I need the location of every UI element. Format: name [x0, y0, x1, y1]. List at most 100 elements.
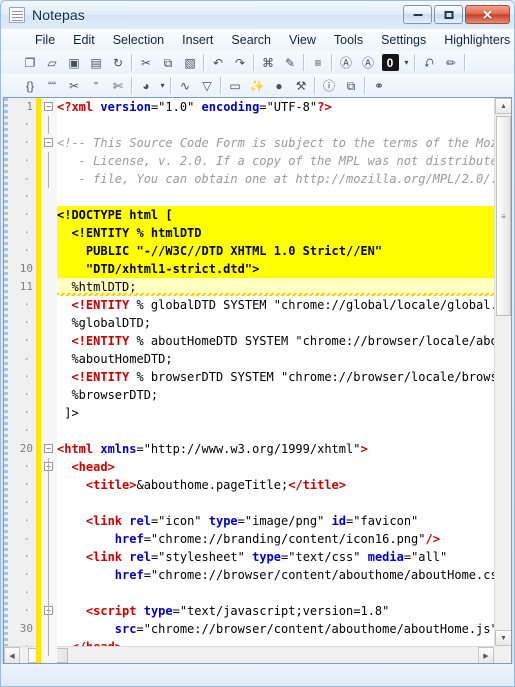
cut-button[interactable]: ✂	[135, 52, 157, 73]
menu-item-file[interactable]: File	[26, 31, 64, 49]
insert-quotes-button[interactable]: ““	[41, 75, 63, 96]
code-line[interactable]: src="chrome://browser/content/abouthome/…	[57, 620, 494, 638]
code-line[interactable]: href="chrome://branding/content/icon16.p…	[57, 530, 494, 548]
line-number-gutter[interactable]: 1···-····1011···-····20····-····30····-·	[4, 98, 36, 663]
code-text-area[interactable]: <?xml version="1.0" encoding="UTF-8"?> <!…	[57, 98, 494, 646]
vertical-scroll-thumb[interactable]: ≡	[496, 116, 511, 316]
code-line[interactable]: %globalDTD;	[57, 314, 494, 332]
paste-button[interactable]: ▧	[179, 52, 201, 73]
bookmark-dropdown-arrow[interactable]: ▾	[401, 58, 412, 67]
code-line[interactable]: <head>	[57, 458, 494, 476]
color-dropdown-arrow[interactable]: ▾	[157, 81, 168, 90]
scroll-down-button[interactable]: ▼	[495, 630, 511, 646]
save-as-button[interactable]: ▤	[85, 52, 107, 73]
scroll-right-button[interactable]: ▶	[478, 647, 494, 663]
vertical-scrollbar[interactable]: ▲ ≡ ▼	[494, 98, 511, 646]
code-line[interactable]: <title>&abouthome.pageTitle;</title>	[57, 476, 494, 494]
color-palette-button[interactable]: ◕	[135, 75, 157, 96]
settings-link-button[interactable]: ⚭	[368, 75, 390, 96]
uncomment-block-button[interactable]: ✄	[107, 75, 129, 96]
code-line[interactable]	[57, 584, 494, 602]
comment-block-button[interactable]: “	[85, 75, 107, 96]
code-token: <!ENTITY % htmlDTD	[57, 226, 202, 240]
code-line[interactable]: <?xml version="1.0" encoding="UTF-8"?>	[57, 98, 494, 116]
export-icon: ⮏	[424, 55, 434, 70]
code-line[interactable]: <script type="text/javascript;version=1.…	[57, 602, 494, 620]
find-icon: ⌘	[262, 55, 274, 70]
code-line[interactable]: <link rel="stylesheet" type="text/css" m…	[57, 548, 494, 566]
code-line[interactable]: PUBLIC "-//W3C//DTD XHTML 1.0 Strict//EN…	[57, 242, 494, 260]
toolbar-secondary: {} ““ ✂ “ ✄ ◕ ▾ ∿ ▽ ▭ ✨ ● ⚒ ⓘ ⧉ ⚭	[1, 74, 514, 97]
code-line[interactable]: <!ENTITY % globalDTD SYSTEM "chrome://gl…	[57, 296, 494, 314]
filter-lines-button[interactable]: ▽	[196, 75, 218, 96]
code-token: </title>	[288, 478, 346, 492]
tools-button[interactable]: ⚒	[290, 75, 312, 96]
menu-item-highlighters[interactable]: Highlighters	[435, 31, 515, 49]
code-line[interactable]: - file, You can obtain one at http://moz…	[57, 170, 494, 188]
code-line[interactable]: - License, v. 2.0. If a copy of the MPL …	[57, 152, 494, 170]
horizontal-scrollbar[interactable]: ◀ ≡ ▶	[4, 646, 494, 663]
align-button[interactable]: ≡	[307, 52, 329, 73]
strip-comment-button[interactable]: ✂	[63, 75, 85, 96]
find-replace-button[interactable]: ✎	[279, 52, 301, 73]
info-button[interactable]: ⓘ	[318, 75, 340, 96]
code-line[interactable]: <link rel="icon" type="image/png" id="fa…	[57, 512, 494, 530]
undo-button[interactable]: ↶	[207, 52, 229, 73]
code-line[interactable]	[57, 188, 494, 206]
menu-item-tools[interactable]: Tools	[325, 31, 372, 49]
open-file-icon: ▱	[47, 55, 57, 70]
find-previous-button[interactable]: Ⓐ	[335, 52, 357, 73]
menu-item-edit[interactable]: Edit	[64, 31, 104, 49]
redo-button[interactable]: ↷	[229, 52, 251, 73]
scroll-up-button[interactable]: ▲	[495, 98, 511, 114]
scroll-left-button[interactable]: ◀	[4, 647, 20, 663]
select-area-button[interactable]: ▭	[224, 75, 246, 96]
code-folding-column[interactable]: −−−−−−−	[41, 98, 57, 663]
code-line[interactable]: <html xmlns="http://www.w3.org/1999/xhtm…	[57, 440, 494, 458]
menu-item-selection[interactable]: Selection	[104, 31, 173, 49]
maximize-button[interactable]	[434, 5, 463, 24]
save-file-button[interactable]: ▣	[63, 52, 85, 73]
fold-toggle-icon[interactable]: −	[44, 102, 53, 111]
code-line[interactable]	[57, 494, 494, 512]
code-line[interactable]: ]>	[57, 404, 494, 422]
code-line[interactable]: href="chrome://browser/content/abouthome…	[57, 566, 494, 584]
bookmark-count-badge[interactable]: 0	[379, 52, 401, 73]
reload-file-button[interactable]: ↻	[107, 52, 129, 73]
insert-braces-button[interactable]: {}	[19, 75, 41, 96]
code-line[interactable]: <!ENTITY % htmlDTD	[57, 224, 494, 242]
code-token: xmlns	[100, 442, 137, 456]
fold-toggle-icon[interactable]: −	[44, 138, 53, 147]
find-next-button[interactable]: Ⓐ	[357, 52, 379, 73]
format-magic-button[interactable]: ✨	[246, 75, 268, 96]
strip-comment-icon: ✂	[68, 78, 80, 93]
code-line[interactable]: <!-- This Source Code Form is subject to…	[57, 134, 494, 152]
fold-toggle-icon[interactable]: −	[44, 444, 53, 453]
code-line[interactable]	[57, 116, 494, 134]
sort-lines-button[interactable]: ∿	[174, 75, 196, 96]
minimize-button[interactable]	[403, 5, 432, 24]
code-line[interactable]: <!ENTITY % browserDTD SYSTEM "chrome://b…	[57, 368, 494, 386]
menu-item-view[interactable]: View	[280, 31, 325, 49]
copy-button[interactable]: ⧉	[157, 52, 179, 73]
windows-list-button[interactable]: ⧉	[340, 75, 362, 96]
edit-mode-button[interactable]: ✏	[440, 52, 462, 73]
code-line[interactable]: %aboutHomeDTD;	[57, 350, 494, 368]
find-button[interactable]: ⌘	[257, 52, 279, 73]
code-line[interactable]: <!ENTITY % aboutHomeDTD SYSTEM "chrome:/…	[57, 332, 494, 350]
menu-item-search[interactable]: Search	[222, 31, 280, 49]
export-button[interactable]: ⮏	[418, 52, 440, 73]
code-line[interactable]: <!DOCTYPE html [	[57, 206, 494, 224]
code-line[interactable]: %browserDTD;	[57, 386, 494, 404]
code-line[interactable]: "DTD/xhtml1-strict.dtd">	[57, 260, 494, 278]
code-line[interactable]	[57, 422, 494, 440]
hint-bulb-button[interactable]: ●	[268, 75, 290, 96]
close-button[interactable]: ✕	[465, 5, 510, 24]
code-line[interactable]: </head>	[57, 638, 494, 646]
menu-item-insert[interactable]: Insert	[173, 31, 222, 49]
fold-connector-line	[48, 620, 49, 638]
menu-item-settings[interactable]: Settings	[372, 31, 435, 49]
open-file-button[interactable]: ▱	[41, 52, 63, 73]
code-line[interactable]: %htmlDTD;	[57, 278, 494, 296]
new-file-button[interactable]: ❐	[19, 52, 41, 73]
